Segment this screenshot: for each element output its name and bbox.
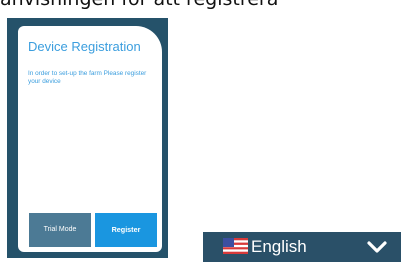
language-label: English xyxy=(251,237,307,256)
register-button[interactable]: Register xyxy=(95,213,157,247)
background-text: anvisningen för att registrera xyxy=(0,0,401,11)
dialog-title: Device Registration xyxy=(28,39,141,54)
dialog-frame: Device Registration In order to set-up t… xyxy=(7,18,168,258)
dialog-message: In order to set-up the farm Please regis… xyxy=(28,70,147,85)
trial-mode-button[interactable]: Trial Mode xyxy=(29,213,91,247)
language-selector[interactable]: English xyxy=(203,232,401,262)
us-flag-icon xyxy=(223,238,248,254)
chevron-down-icon xyxy=(367,240,387,254)
device-registration-dialog: Device Registration In order to set-up t… xyxy=(18,26,162,252)
